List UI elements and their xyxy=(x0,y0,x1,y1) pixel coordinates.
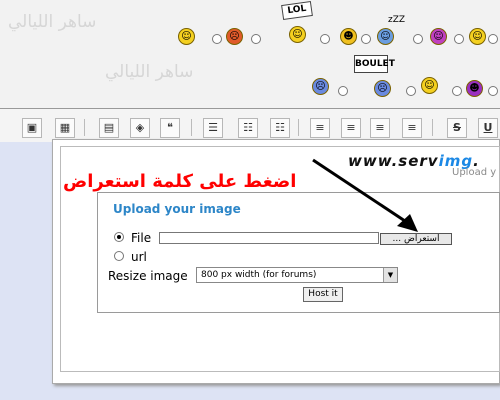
toolbar-divider xyxy=(84,119,85,136)
smiley-radio[interactable] xyxy=(338,86,348,96)
smiley-2[interactable]: ☺ xyxy=(289,26,306,43)
upload-title: Upload your image xyxy=(113,202,241,216)
smiley-radio[interactable] xyxy=(488,86,498,96)
smiley-9[interactable]: ☺ xyxy=(421,77,438,94)
file-path-input[interactable] xyxy=(159,232,379,244)
align-left-icon[interactable]: ≡ xyxy=(310,118,330,138)
toolbar-divider xyxy=(191,119,192,136)
boulet-sign: BOULET xyxy=(354,55,395,73)
smiley-7[interactable]: ☹ xyxy=(312,78,329,95)
logo-prefix: www.serv xyxy=(348,152,439,170)
zzz-text: zZZ xyxy=(388,15,406,25)
url-radio[interactable] xyxy=(114,251,124,261)
editor-toolbar: ▣ ▦ ▤ ◈ ❝ ☰ ☷ ☷ ≡ ≡ ≡ ≡ S U xyxy=(0,108,500,142)
smiley-icon: ☺ xyxy=(292,29,303,40)
host-it-button[interactable]: Host it xyxy=(303,287,343,302)
resize-label: Resize image xyxy=(108,269,188,283)
smiley-icon: ☹ xyxy=(229,31,240,42)
smiley-6[interactable]: ☺ xyxy=(469,28,486,45)
align-center-icon[interactable]: ≡ xyxy=(370,118,390,138)
smiley-icon: ☺ xyxy=(424,80,435,91)
chevron-down-icon: ▼ xyxy=(383,268,397,282)
smiley-10[interactable]: ☻ xyxy=(466,80,483,97)
watermark-text: ساهر الليالي xyxy=(105,62,194,82)
unordered-list-icon[interactable]: ☷ xyxy=(270,118,290,138)
smiley-radio[interactable] xyxy=(320,34,330,44)
smiley-1[interactable]: ☹ xyxy=(226,28,243,45)
resize-select[interactable]: 800 px width (for forums) ▼ xyxy=(196,267,398,283)
resize-selected-value: 800 px width (for forums) xyxy=(201,270,317,280)
browse-button[interactable]: ... استعراض xyxy=(380,233,452,245)
smiley-picker: ساهر الليالي ساهر الليالي ☺ ☹ LOL ☺ ☻ zZ… xyxy=(0,0,500,108)
smiley-3[interactable]: ☻ xyxy=(340,28,357,45)
insert-image-icon[interactable]: ▣ xyxy=(22,118,42,138)
logo-tagline: Upload y xyxy=(452,167,497,178)
smiley-radio[interactable] xyxy=(488,34,498,44)
align-right-icon[interactable]: ≡ xyxy=(341,118,361,138)
insert-table-icon[interactable]: ▤ xyxy=(99,118,119,138)
smiley-5[interactable]: ☺ xyxy=(430,28,447,45)
url-label: url xyxy=(131,250,147,264)
insert-gallery-icon[interactable]: ▦ xyxy=(55,118,75,138)
smiley-icon: ☺ xyxy=(181,31,192,42)
smiley-icon: ☺ xyxy=(433,31,444,42)
ordered-list-icon[interactable]: ☷ xyxy=(238,118,258,138)
smiley-radio[interactable] xyxy=(454,34,464,44)
smiley-icon: ☺ xyxy=(380,31,391,42)
smiley-4[interactable]: ☺ xyxy=(377,28,394,45)
boulet-sign-text: BOULET xyxy=(355,59,395,69)
insert-media-icon[interactable]: ◈ xyxy=(130,118,150,138)
strikethrough-icon[interactable]: S xyxy=(447,118,467,138)
smiley-radio[interactable] xyxy=(452,86,462,96)
smiley-radio[interactable] xyxy=(361,34,371,44)
smiley-icon: ☹ xyxy=(315,81,326,92)
toolbar-divider xyxy=(432,119,433,136)
underline-icon[interactable]: U xyxy=(478,118,498,138)
smiley-icon: ☹ xyxy=(377,83,388,94)
smiley-radio[interactable] xyxy=(251,34,261,44)
smiley-0[interactable]: ☺ xyxy=(178,28,195,45)
insert-quote-icon[interactable]: ❝ xyxy=(160,118,180,138)
smiley-icon: ☻ xyxy=(469,83,480,94)
file-radio[interactable] xyxy=(114,232,124,242)
toolbar-divider xyxy=(298,119,299,136)
smiley-radio[interactable] xyxy=(212,34,222,44)
smiley-radio[interactable] xyxy=(406,86,416,96)
smiley-icon: ☺ xyxy=(472,31,483,42)
align-justify-icon[interactable]: ≡ xyxy=(402,118,422,138)
file-label: File xyxy=(131,231,152,245)
horizontal-rule-icon[interactable]: ☰ xyxy=(203,118,223,138)
smiley-radio[interactable] xyxy=(413,34,423,44)
smiley-8[interactable]: ☹ xyxy=(374,80,391,97)
watermark-text: ساهر الليالي xyxy=(8,12,97,32)
lol-sign-text: LOL xyxy=(286,3,307,17)
smiley-icon: ☻ xyxy=(343,31,354,42)
lol-sign: LOL xyxy=(281,0,313,21)
instruction-callout: اضغط على كلمة استعراض xyxy=(63,171,297,192)
